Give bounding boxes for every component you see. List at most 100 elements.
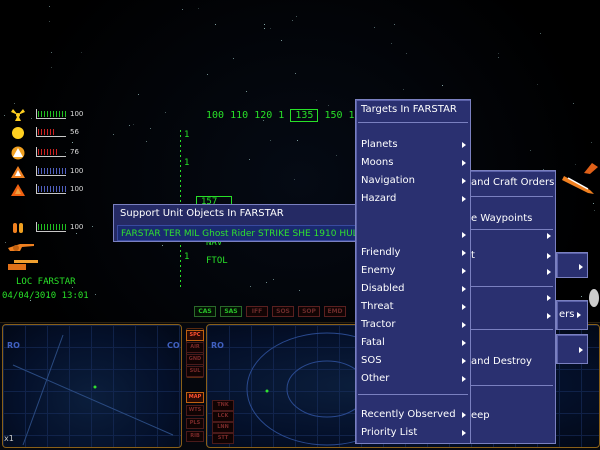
chevron-right-icon (547, 269, 551, 275)
lck-button[interactable]: LCK (212, 411, 234, 422)
star (530, 150, 531, 151)
status-row-2: 56 (10, 124, 79, 140)
star (581, 296, 582, 297)
star (14, 103, 15, 104)
submenu-item[interactable]: eep (471, 408, 551, 424)
star (374, 27, 375, 28)
star (215, 24, 216, 25)
chevron-right-icon (462, 142, 466, 148)
status-row-6: 100 (10, 219, 83, 235)
star (498, 57, 499, 58)
status-value-5: 100 (70, 185, 84, 193)
chevron-right-icon (579, 347, 583, 353)
star (537, 84, 538, 85)
menu-item-navigation[interactable]: Navigation (361, 173, 466, 189)
map-button[interactable]: MAP (186, 392, 204, 403)
submenu-item[interactable]: and Destroy (471, 354, 551, 370)
status-bar-4 (36, 166, 66, 176)
heading-current: 135 (290, 109, 319, 122)
pitch-mark: 1 (184, 130, 190, 140)
menu-item-threat[interactable]: Threat (361, 299, 466, 315)
wts-button[interactable]: WTS (186, 405, 204, 416)
menu-item-tractor[interactable]: Tractor (361, 317, 466, 333)
star (95, 294, 96, 295)
sop-button[interactable]: SOP (298, 306, 320, 317)
chevron-right-icon (462, 358, 466, 364)
menu-item-recently-observed[interactable]: Recently Observed (361, 407, 466, 423)
submenu-item[interactable]: t (471, 248, 551, 264)
radar-left[interactable]: RO CO (2, 324, 182, 448)
orders-submenu: and Craft Orders e Waypoints t and Destr… (458, 170, 556, 444)
tnk-button[interactable]: TNK (212, 400, 234, 411)
chevron-right-icon (462, 250, 466, 256)
cas-button[interactable]: CAS (194, 306, 216, 317)
star (264, 24, 265, 25)
star (207, 74, 208, 75)
star (299, 290, 300, 291)
submenu-item[interactable] (464, 228, 551, 244)
chevron-right-icon (579, 264, 583, 270)
star (182, 9, 183, 10)
chevron-right-icon (462, 304, 466, 310)
lnn-button[interactable]: LNN (212, 422, 234, 433)
chevron-right-icon (462, 232, 466, 238)
chevron-right-icon (462, 268, 466, 274)
star (246, 91, 247, 92)
sul-button[interactable]: SUL (186, 366, 204, 377)
status-value-2: 56 (70, 128, 79, 136)
star (49, 6, 50, 7)
location-label: LOC FARSTAR (16, 277, 76, 287)
menu-item-sos[interactable]: SOS (361, 353, 466, 369)
menu-item-disabled[interactable]: Disabled (361, 281, 466, 297)
menu-item-hidden[interactable] (361, 227, 466, 243)
star (113, 134, 114, 135)
heading-mark: 150 (324, 110, 343, 121)
star (591, 142, 592, 143)
datetime-label: 04/04/3010 13:01 (2, 291, 89, 301)
rib-button[interactable]: RIB (186, 431, 204, 442)
menu-item-friendly[interactable]: Friendly (361, 245, 466, 261)
star (297, 140, 298, 141)
menu-item-moons[interactable]: Moons (361, 155, 466, 171)
cone-icon (10, 182, 26, 196)
status-bar-6 (36, 222, 66, 232)
star (72, 142, 73, 143)
menu-item-other[interactable]: Other (361, 371, 466, 387)
status-bar-1 (36, 109, 66, 119)
heading-mark: 1 (278, 110, 285, 121)
menu-item-priority-list[interactable]: Priority List (361, 425, 466, 441)
heading-mark: 120 (254, 110, 273, 121)
spc-button[interactable]: SPC (186, 330, 204, 341)
chevron-right-icon (462, 196, 466, 202)
star (129, 125, 130, 126)
menu-item-enemy[interactable]: Enemy (361, 263, 466, 279)
star (328, 105, 329, 106)
stt-button[interactable]: STT (212, 433, 234, 444)
star (162, 245, 163, 246)
sos-button[interactable]: SOS (272, 306, 294, 317)
menu-item-fatal[interactable]: Fatal (361, 335, 466, 351)
pls-button[interactable]: PLS (186, 418, 204, 429)
star (250, 286, 251, 287)
sas-button[interactable]: SAS (220, 306, 242, 317)
submenu-item[interactable]: ers (559, 307, 583, 323)
star (133, 124, 134, 125)
menu-item-hazard[interactable]: Hazard (361, 191, 466, 207)
submenu-item[interactable] (464, 264, 551, 280)
iff-button[interactable]: IFF (246, 306, 268, 317)
star (233, 58, 234, 59)
submenu-item[interactable]: and Craft Orders (471, 175, 554, 191)
submenu-item[interactable] (464, 308, 551, 324)
star (391, 43, 392, 44)
star (573, 103, 574, 104)
missile-pod-icon (10, 220, 26, 234)
emd-button[interactable]: EMD (324, 306, 346, 317)
pitch-mark: 1 (184, 252, 190, 262)
gnd-button[interactable]: GND (186, 354, 204, 365)
menu-item-planets[interactable]: Planets (361, 137, 466, 153)
zoom-level: x1 (4, 434, 14, 443)
air-button[interactable]: AIR (186, 342, 204, 353)
radar-left-label-co: CO (167, 341, 180, 350)
submenu-item[interactable]: e Waypoints (471, 211, 551, 227)
submenu-item[interactable] (464, 290, 551, 306)
